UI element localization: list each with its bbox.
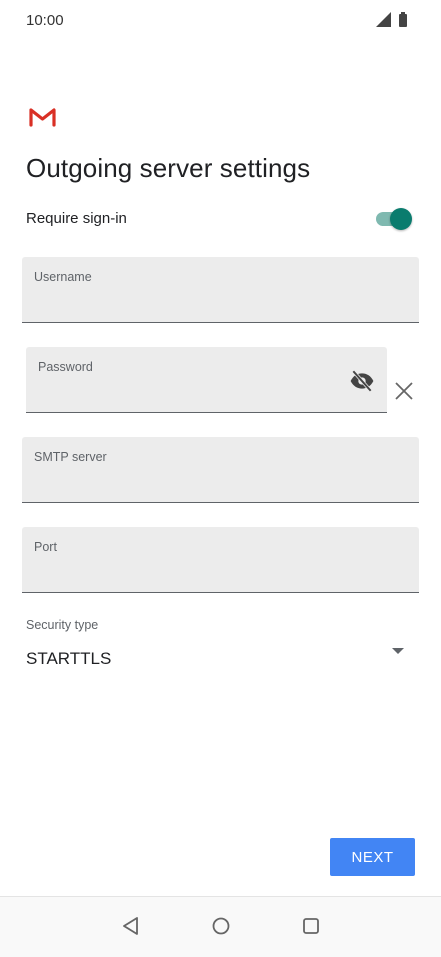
- status-time: 10:00: [26, 12, 64, 29]
- smtp-server-field[interactable]: SMTP server: [22, 437, 419, 503]
- port-label: Port: [34, 540, 57, 554]
- next-button[interactable]: NEXT: [330, 838, 415, 876]
- dropdown-arrow-icon[interactable]: [392, 648, 404, 654]
- password-label: Password: [38, 360, 93, 374]
- port-field[interactable]: Port: [22, 527, 419, 593]
- visibility-off-icon[interactable]: [349, 368, 375, 394]
- smtp-server-label: SMTP server: [34, 450, 107, 464]
- status-icons: [375, 12, 415, 33]
- toggle-thumb: [390, 208, 412, 230]
- gmail-logo-icon: [29, 107, 56, 132]
- home-circle-icon[interactable]: [209, 914, 233, 938]
- username-label: Username: [34, 270, 92, 284]
- battery-icon: [399, 12, 407, 27]
- security-type-select[interactable]: STARTTLS: [26, 649, 111, 669]
- status-bar: 10:00: [0, 0, 441, 40]
- page-title: Outgoing server settings: [26, 153, 311, 183]
- password-field[interactable]: Password: [26, 347, 387, 413]
- security-type-label: Security type: [26, 618, 99, 632]
- back-triangle-icon[interactable]: [119, 914, 143, 938]
- navigation-bar: [0, 896, 441, 957]
- username-field[interactable]: Username: [22, 257, 419, 323]
- signal-icon: [376, 12, 391, 27]
- clear-icon[interactable]: [393, 380, 415, 402]
- recents-square-icon[interactable]: [299, 914, 323, 938]
- require-signin-toggle[interactable]: [374, 207, 414, 231]
- require-signin-label: Require sign-in: [26, 210, 127, 227]
